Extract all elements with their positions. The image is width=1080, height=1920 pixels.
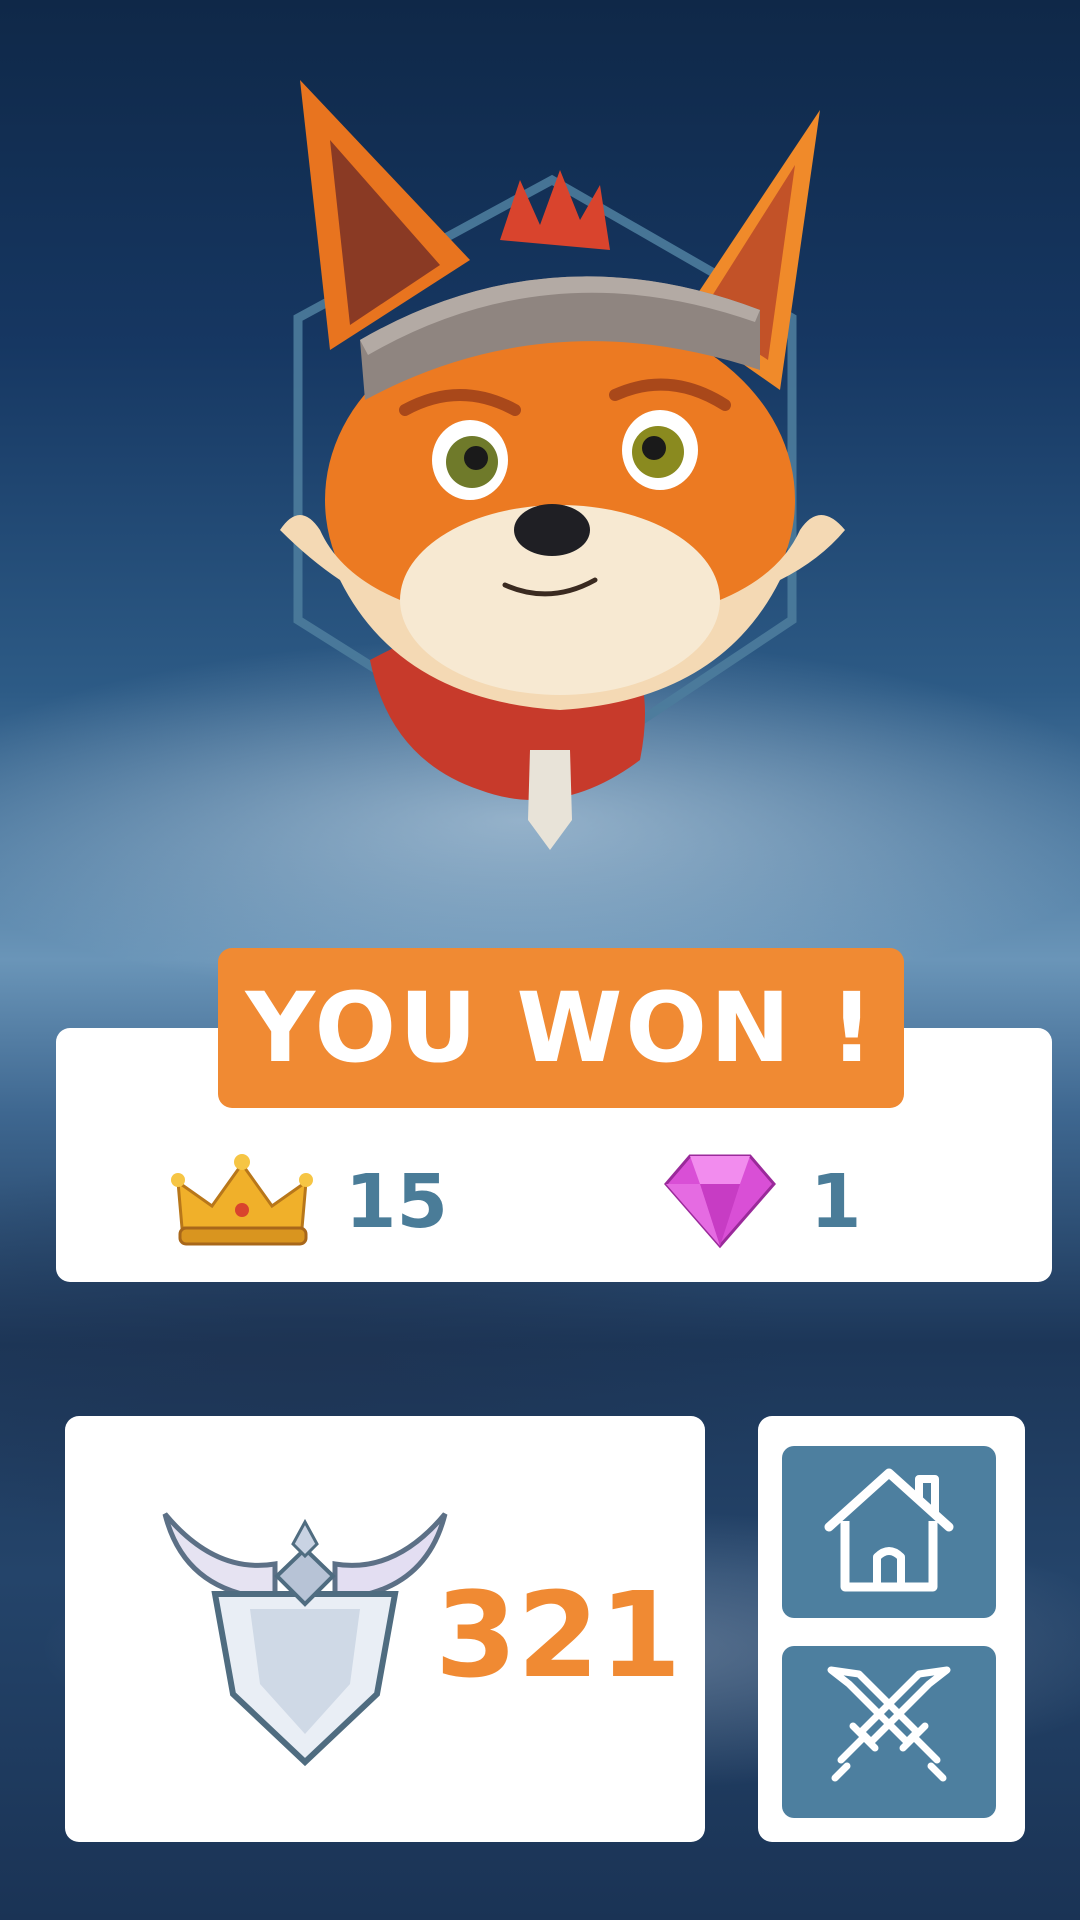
gem-count: 1 — [810, 1159, 862, 1245]
crown-count: 15 — [345, 1159, 448, 1245]
hero-portrait — [200, 60, 900, 910]
rank-shield-icon — [155, 1504, 455, 1784]
action-panel — [758, 1416, 1025, 1842]
home-icon — [819, 1465, 959, 1599]
crossed-swords-icon — [819, 1660, 959, 1804]
battle-button[interactable] — [782, 1646, 996, 1818]
gem-reward: 1 — [660, 1150, 862, 1254]
crown-icon — [170, 1150, 315, 1254]
victory-screen: YOU WON ! 15 1 321 — [0, 0, 1080, 1920]
trophy-count: 321 — [435, 1566, 682, 1704]
crown-reward: 15 — [170, 1150, 448, 1254]
victory-title: YOU WON ! — [245, 972, 877, 1084]
victory-banner: YOU WON ! — [218, 948, 904, 1108]
gem-icon — [660, 1150, 780, 1254]
rank-card: 321 — [65, 1416, 705, 1842]
home-button[interactable] — [782, 1446, 996, 1618]
